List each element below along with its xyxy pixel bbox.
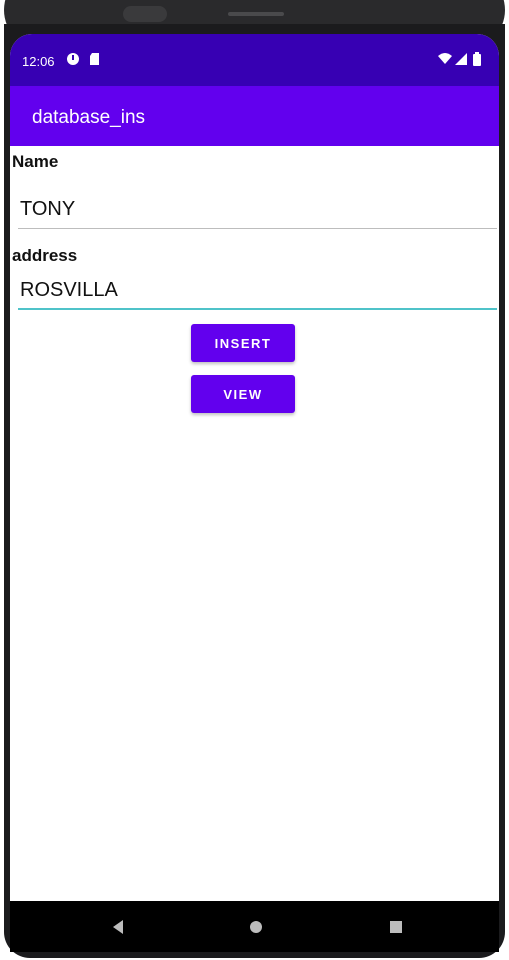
earpiece-speaker bbox=[228, 12, 284, 16]
battery-icon bbox=[473, 52, 481, 66]
device-screen: 12:06 database_ins Name address INSERT V… bbox=[10, 34, 499, 952]
home-icon[interactable] bbox=[244, 915, 268, 939]
address-label: address bbox=[12, 246, 78, 265]
status-bar: 12:06 bbox=[10, 34, 499, 86]
recents-icon[interactable] bbox=[384, 915, 408, 939]
cellular-signal-icon bbox=[455, 53, 467, 65]
app-bar: database_ins bbox=[10, 86, 499, 146]
data-saver-icon bbox=[67, 53, 79, 65]
back-icon[interactable] bbox=[106, 915, 130, 939]
name-input[interactable] bbox=[18, 191, 497, 229]
app-title: database_ins bbox=[32, 107, 146, 128]
navigation-bar bbox=[10, 901, 499, 952]
status-time: 12:06 bbox=[22, 54, 55, 69]
view-button[interactable]: VIEW bbox=[191, 375, 295, 413]
sd-card-icon bbox=[90, 53, 99, 65]
insert-button[interactable]: INSERT bbox=[191, 324, 295, 362]
name-label: Name bbox=[12, 152, 59, 171]
front-camera bbox=[123, 6, 167, 22]
wifi-icon bbox=[438, 53, 452, 64]
address-input[interactable] bbox=[18, 272, 497, 310]
phone-top-area bbox=[0, 0, 509, 50]
